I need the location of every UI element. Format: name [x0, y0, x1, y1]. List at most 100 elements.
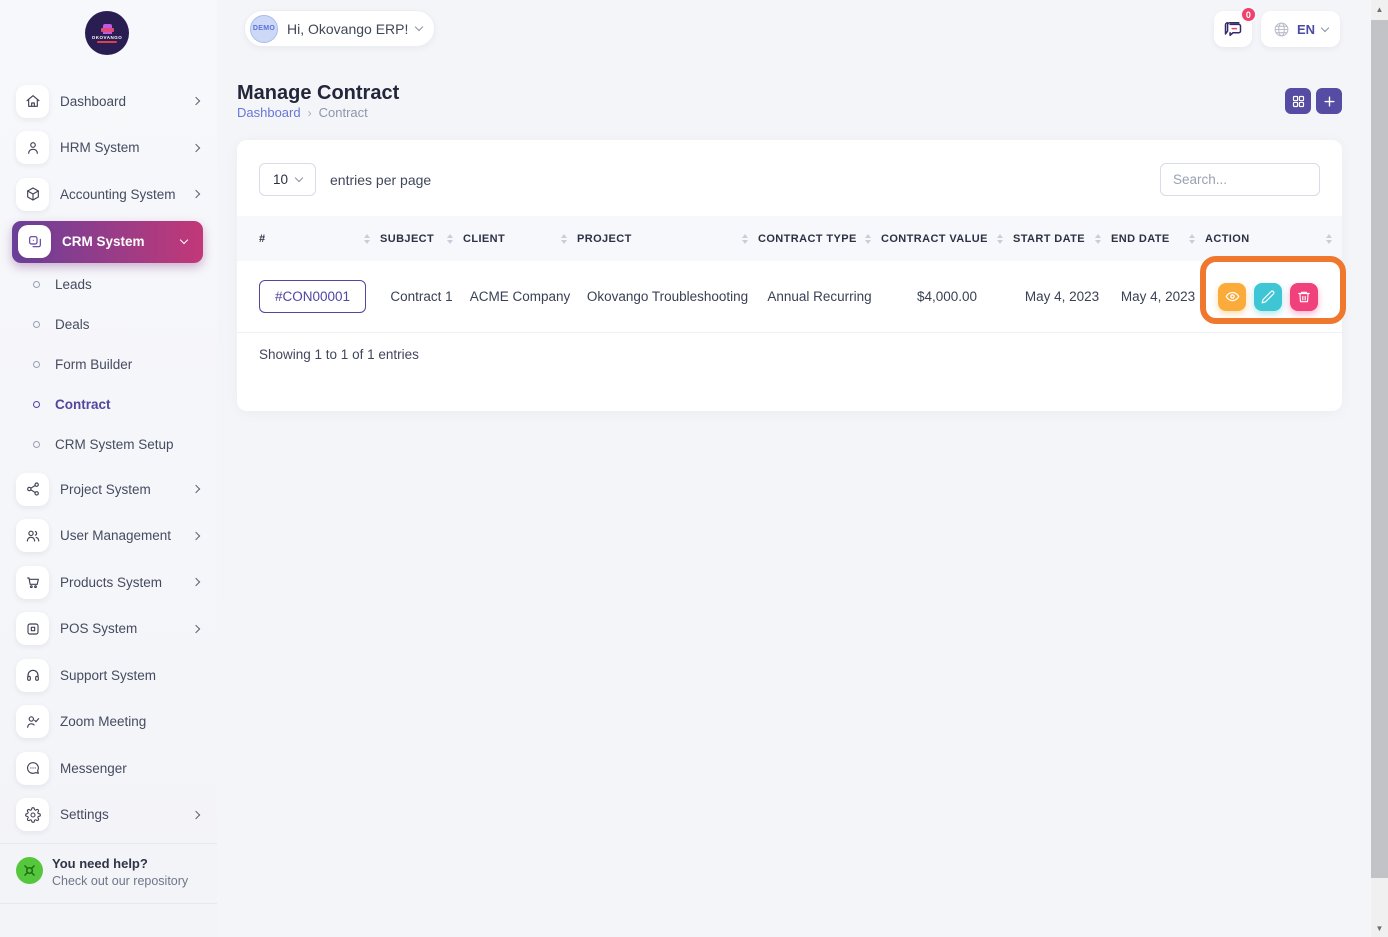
column-header-end-date[interactable]: END DATE	[1111, 233, 1205, 245]
greeting-text: Hi, Okovango ERP!	[287, 21, 408, 37]
chevron-down-icon	[180, 236, 188, 244]
help-link[interactable]: You need help? Check out our repository	[16, 852, 188, 888]
column-header-id[interactable]: #	[259, 233, 380, 245]
sidebar-item-products[interactable]: Products System	[0, 559, 217, 606]
globe-icon	[1273, 21, 1290, 38]
plus-icon	[1322, 94, 1337, 109]
grid-view-button[interactable]	[1285, 88, 1311, 114]
column-header-project[interactable]: PROJECT	[577, 233, 758, 245]
scroll-down-arrow[interactable]: ▼	[1371, 919, 1388, 937]
column-header-contract-value[interactable]: CONTRACT VALUE	[881, 233, 1013, 245]
sidebar: OKOVANGO Dashboard HRM System Accounting…	[0, 0, 217, 937]
sidebar-subitem-crm-setup[interactable]: CRM System Setup	[0, 425, 217, 465]
column-header-subject[interactable]: SUBJECT	[380, 233, 463, 245]
page-size-select[interactable]: 10	[259, 163, 316, 196]
sidebar-item-dashboard[interactable]: Dashboard	[0, 78, 217, 125]
sort-icon	[561, 234, 567, 244]
eye-icon	[1225, 289, 1240, 304]
sort-icon	[1095, 234, 1101, 244]
brand-logo[interactable]: OKOVANGO	[85, 11, 129, 55]
add-contract-button[interactable]	[1316, 88, 1342, 114]
sidebar-item-project[interactable]: Project System	[0, 466, 217, 513]
brand-mascot-icon	[103, 24, 112, 34]
home-icon	[16, 85, 49, 118]
sort-icon	[742, 234, 748, 244]
cell-actions	[1205, 283, 1342, 311]
sidebar-subitem-contract[interactable]: Contract	[0, 385, 217, 425]
sidebar-item-crm[interactable]: CRM System	[12, 221, 203, 263]
cell-end-date: May 4, 2023	[1111, 289, 1205, 304]
life-buoy-icon	[16, 857, 43, 884]
column-header-contract-type[interactable]: CONTRACT TYPE	[758, 233, 881, 245]
grid-icon	[1291, 94, 1306, 109]
notification-badge: 0	[1240, 6, 1257, 23]
chevron-right-icon	[192, 485, 200, 493]
language-selector[interactable]: EN	[1261, 11, 1340, 47]
contract-id-link[interactable]: #CON00001	[259, 280, 366, 313]
breadcrumb-separator: ›	[308, 106, 312, 120]
page-scrollbar[interactable]: ▲ ▼	[1371, 0, 1388, 937]
sort-icon	[997, 234, 1003, 244]
sidebar-item-label: Messenger	[60, 761, 203, 776]
sidebar-subitem-deals[interactable]: Deals	[0, 305, 217, 345]
gear-icon	[16, 798, 49, 831]
sidebar-item-label: HRM System	[60, 140, 193, 155]
chevron-right-icon	[192, 811, 200, 819]
breadcrumb-dashboard-link[interactable]: Dashboard	[237, 105, 301, 120]
sidebar-item-hrm[interactable]: HRM System	[0, 125, 217, 172]
sort-icon	[447, 234, 453, 244]
sidebar-item-label: Dashboard	[60, 94, 193, 109]
chevron-down-icon	[295, 174, 303, 182]
brand-tagline-bar	[97, 41, 117, 43]
search-input[interactable]	[1160, 163, 1320, 196]
pos-terminal-icon	[16, 612, 49, 645]
edit-button[interactable]	[1254, 283, 1282, 311]
chevron-right-icon	[192, 190, 200, 198]
breadcrumb-current: Contract	[319, 105, 368, 120]
sidebar-subitem-label: Contract	[55, 397, 111, 412]
scrollbar-thumb[interactable]	[1371, 20, 1388, 878]
sidebar-item-label: POS System	[60, 621, 193, 636]
message-icon	[1223, 19, 1243, 39]
sidebar-subitem-form-builder[interactable]: Form Builder	[0, 345, 217, 385]
sidebar-subitem-label: Form Builder	[55, 357, 132, 372]
user-menu-button[interactable]: DEMO Hi, Okovango ERP!	[244, 10, 435, 47]
delete-button[interactable]	[1290, 283, 1318, 311]
brand-name: OKOVANGO	[92, 35, 122, 40]
sidebar-subitem-label: Leads	[55, 277, 92, 292]
user-check-icon	[16, 705, 49, 738]
column-header-action[interactable]: ACTION	[1205, 233, 1342, 245]
cell-start-date: May 4, 2023	[1013, 289, 1111, 304]
bullet-icon	[33, 361, 40, 368]
sidebar-item-accounting[interactable]: Accounting System	[0, 171, 217, 218]
share-nodes-icon	[16, 473, 49, 506]
scroll-up-arrow[interactable]: ▲	[1371, 0, 1388, 18]
cell-contract-type: Annual Recurring	[758, 289, 881, 304]
chevron-down-icon	[1321, 23, 1329, 31]
sidebar-item-zoom-meeting[interactable]: Zoom Meeting	[0, 699, 217, 746]
sidebar-item-user-management[interactable]: User Management	[0, 513, 217, 560]
column-header-client[interactable]: CLIENT	[463, 233, 577, 245]
table-header: # SUBJECT CLIENT PROJECT CONTRACT TYPE C…	[237, 216, 1342, 261]
cell-contract-value: $4,000.00	[881, 289, 1013, 304]
chevron-right-icon	[192, 625, 200, 633]
notifications-button[interactable]: 0	[1214, 11, 1252, 47]
headset-icon	[16, 659, 49, 692]
chevron-down-icon	[415, 23, 423, 31]
page-size-value: 10	[273, 172, 288, 187]
language-label: EN	[1297, 22, 1315, 37]
sidebar-item-settings[interactable]: Settings	[0, 792, 217, 839]
entries-summary: Showing 1 to 1 of 1 entries	[259, 347, 419, 362]
sidebar-item-pos[interactable]: POS System	[0, 606, 217, 653]
view-button[interactable]	[1218, 283, 1246, 311]
sidebar-item-label: Products System	[60, 575, 193, 590]
entries-per-page-label: entries per page	[330, 172, 431, 188]
sidebar-item-messenger[interactable]: Messenger	[0, 745, 217, 792]
cart-icon	[16, 566, 49, 599]
table-row: #CON00001 Contract 1 ACME Company Okovan…	[237, 261, 1342, 333]
page-title: Manage Contract	[237, 82, 399, 105]
sidebar-item-support[interactable]: Support System	[0, 652, 217, 699]
sidebar-subitem-leads[interactable]: Leads	[0, 265, 217, 305]
sidebar-item-label: Settings	[60, 807, 193, 822]
column-header-start-date[interactable]: START DATE	[1013, 233, 1111, 245]
